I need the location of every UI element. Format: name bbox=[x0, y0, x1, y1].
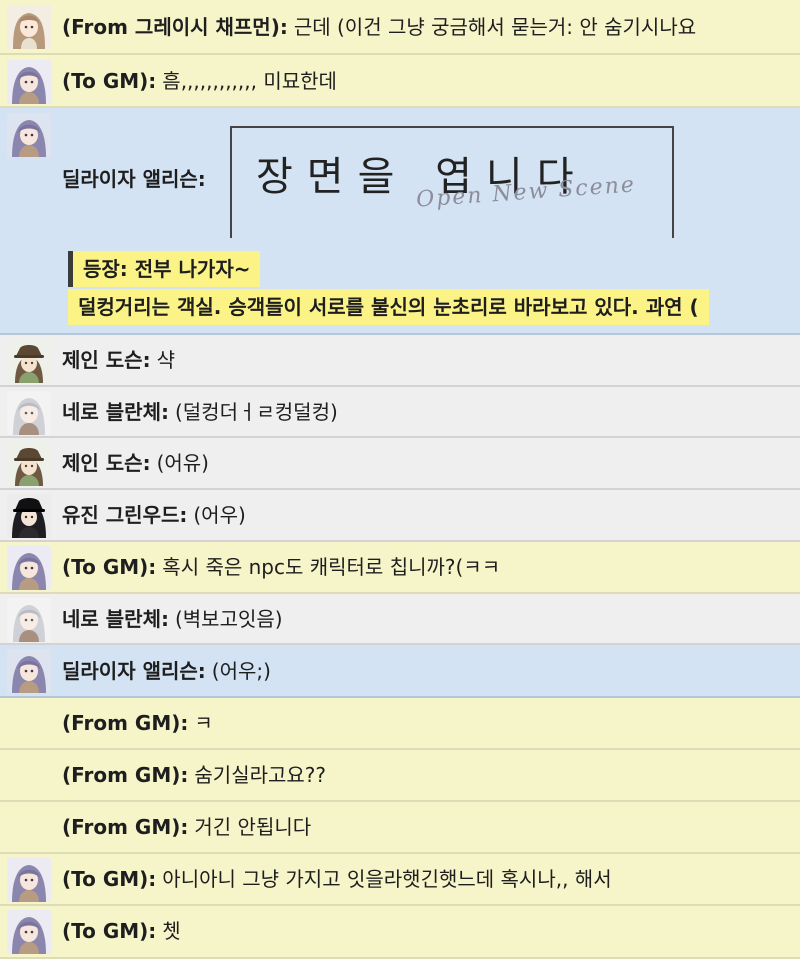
message-text: 혹시 죽은 npc도 캐릭터로 칩니까?(ㅋㅋ bbox=[162, 555, 501, 579]
chat-message: 네로 블란체: (벽보고잇음) bbox=[0, 594, 800, 645]
white-hair-avatar-icon bbox=[7, 391, 51, 435]
sender-name: (From GM): bbox=[62, 711, 189, 735]
chat-message: (From 그레이시 채프먼): 근데 (이건 그냥 궁금해서 묻는거: 안 숨기… bbox=[0, 0, 800, 55]
chat-message: 유진 그린우드: (어우) bbox=[0, 490, 800, 542]
message-line: 딜라이자 앨리슨: (어우;) bbox=[62, 658, 792, 684]
message-line: (From 그레이시 채프먼): 근데 (이건 그냥 궁금해서 묻는거: 안 숨기… bbox=[62, 14, 792, 40]
sender-name: (To GM): bbox=[62, 919, 157, 943]
message-text: 샥 bbox=[156, 348, 175, 372]
message-line: 네로 블란체: (벽보고잇음) bbox=[62, 606, 792, 632]
message-line: 유진 그린우드: (어우) bbox=[62, 502, 792, 528]
sender-name: (From GM): bbox=[62, 763, 189, 787]
sender-name: 유진 그린우드: bbox=[62, 503, 188, 527]
chat-message: (To GM): 혹시 죽은 npc도 캐릭터로 칩니까?(ㅋㅋ bbox=[0, 542, 800, 594]
chat-message: 제인 도슨: 샥 bbox=[0, 335, 800, 387]
sender-name: (To GM): bbox=[62, 867, 157, 891]
message-text: 쳇 bbox=[162, 919, 181, 943]
sender-name: 제인 도슨: bbox=[62, 451, 151, 475]
chat-message: 네로 블란체: (덜컹더ㅓㄹ컹덜컹) bbox=[0, 387, 800, 438]
message-line: 제인 도슨: 샥 bbox=[62, 347, 792, 373]
message-line: (From GM): ㅋ bbox=[62, 710, 792, 736]
message-line: 딜라이자 앨리슨: bbox=[62, 166, 206, 192]
message-text: 아니아니 그냥 가지고 잇을라햇긴햇느데 혹시나,, 해서 bbox=[162, 867, 612, 891]
purple-hair-avatar-icon bbox=[7, 546, 51, 590]
message-line: 제인 도슨: (어유) bbox=[62, 450, 792, 476]
sender-name: 네로 블란체: bbox=[62, 400, 169, 424]
sender-name: (To GM): bbox=[62, 555, 157, 579]
narration-appearance: 등장: 전부 나가자~ bbox=[68, 251, 261, 287]
white-hair-avatar-icon bbox=[7, 598, 51, 642]
sender-name: 딜라이자 앨리슨: bbox=[62, 659, 206, 683]
message-line: (To GM): 혹시 죽은 npc도 캐릭터로 칩니까?(ㅋㅋ bbox=[62, 554, 792, 580]
hat-avatar-icon bbox=[7, 339, 51, 383]
message-text: (어유) bbox=[156, 451, 209, 475]
chat-message: (From GM): ㅋ bbox=[0, 698, 800, 750]
girl-avatar-icon bbox=[7, 5, 51, 49]
purple-hair-avatar-icon bbox=[7, 113, 51, 157]
message-text: (어우) bbox=[193, 503, 246, 527]
sender-name: (From 그레이시 채프먼): bbox=[62, 15, 288, 39]
sender-name: (To GM): bbox=[62, 69, 157, 93]
chat-message: (From GM): 거긴 안됩니다 bbox=[0, 802, 800, 854]
chat-message: (To GM): 흠,,,,,,,,,,,, 미묘한데 bbox=[0, 55, 800, 108]
narration-description: 덜컹거리는 객실. 승객들이 서로를 불신의 눈초리로 바라보고 있다. 과연 … bbox=[68, 289, 709, 325]
message-text: 흠,,,,,,,,,,,, 미묘한데 bbox=[162, 69, 337, 93]
message-line: (From GM): 거긴 안됩니다 bbox=[62, 814, 792, 840]
message-text: 근데 (이건 그냥 궁금해서 묻는거: 안 숨기시나요 bbox=[293, 15, 697, 39]
chat-message: (To GM): 아니아니 그냥 가지고 잇을라햇긴햇느데 혹시나,, 해서 bbox=[0, 854, 800, 906]
message-text: 숨기실라고요?? bbox=[194, 763, 327, 787]
message-line: (To GM): 흠,,,,,,,,,,,, 미묘한데 bbox=[62, 68, 792, 94]
sender-name: 제인 도슨: bbox=[62, 348, 151, 372]
dark-hair-avatar-icon bbox=[7, 494, 51, 538]
purple-hair-avatar-icon bbox=[7, 858, 51, 902]
sender-name: (From GM): bbox=[62, 815, 189, 839]
chat-message: (To GM): 쳇 bbox=[0, 906, 800, 959]
chat-message: 제인 도슨: (어유) bbox=[0, 438, 800, 490]
message-line: (From GM): 숨기실라고요?? bbox=[62, 762, 792, 788]
message-line: (To GM): 쳇 bbox=[62, 918, 792, 944]
message-text: (덜컹더ㅓㄹ컹덜컹) bbox=[174, 400, 338, 424]
sender-name: 딜라이자 앨리슨: bbox=[62, 167, 206, 191]
message-line: (To GM): 아니아니 그냥 가지고 잇을라햇긴햇느데 혹시나,, 해서 bbox=[62, 866, 792, 892]
purple-hair-avatar-icon bbox=[7, 910, 51, 954]
purple-hair-avatar-icon bbox=[7, 60, 51, 104]
sender-name: 네로 블란체: bbox=[62, 607, 169, 631]
message-text: (어우;) bbox=[211, 659, 271, 683]
message-text: (벽보고잇음) bbox=[174, 607, 283, 631]
message-text: ㅋ bbox=[194, 711, 213, 735]
chat-log: (From 그레이시 채프먼): 근데 (이건 그냥 궁금해서 묻는거: 안 숨기… bbox=[0, 0, 800, 959]
chat-message: (From GM): 숨기실라고요?? bbox=[0, 750, 800, 802]
scene-message: 딜라이자 앨리슨: 장면을 엽니다 Open New Scene 등장: 전부 … bbox=[0, 108, 800, 335]
message-line: 네로 블란체: (덜컹더ㅓㄹ컹덜컹) bbox=[62, 399, 792, 425]
scene-title-box: 장면을 엽니다 Open New Scene bbox=[230, 126, 674, 238]
chat-message: 딜라이자 앨리슨: (어우;) bbox=[0, 645, 800, 698]
purple-hair-avatar-icon bbox=[7, 649, 51, 693]
hat-avatar-icon bbox=[7, 442, 51, 486]
message-text: 거긴 안됩니다 bbox=[194, 815, 312, 839]
